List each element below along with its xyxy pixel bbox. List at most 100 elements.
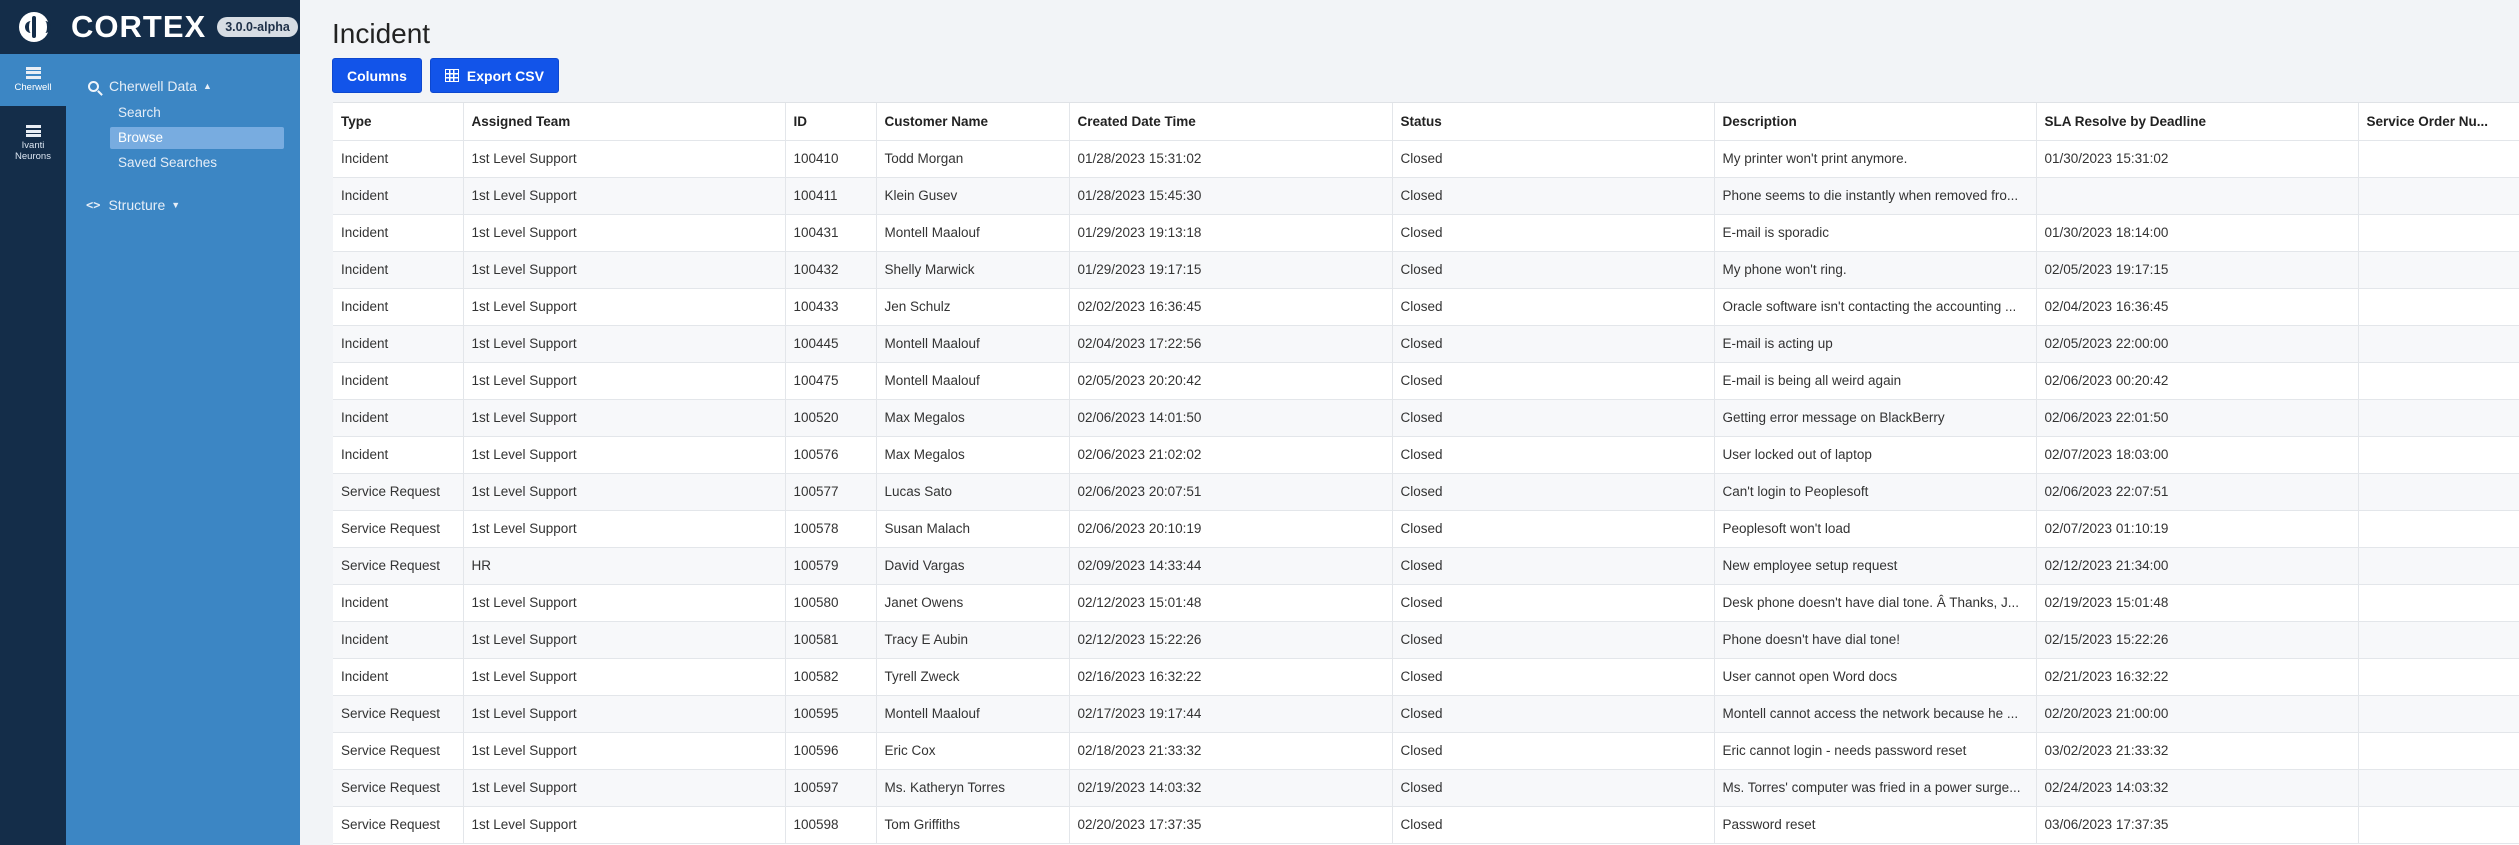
table-cell: Klein Gusev — [876, 177, 1070, 215]
sidebar-link-saved-searches[interactable]: Saved Searches — [110, 152, 284, 174]
table-row[interactable]: Service Request 1st Level Support 100595 Mo… — [333, 695, 2519, 733]
table-row[interactable]: Incident 1st Level Support 100410 Todd Morg… — [333, 140, 2519, 178]
table-cell: 01/30/2023 18:14:00 — [2036, 214, 2359, 252]
table-row[interactable]: Incident 1st Level Support 100582 Tyrell Zw… — [333, 658, 2519, 696]
table-cell: 1st Level Support — [463, 769, 786, 807]
table-row[interactable]: Service Request 1st Level Support 100577 Lu… — [333, 473, 2519, 511]
table-cell: 100595 — [785, 695, 877, 733]
table-cell: 02/19/2023 15:01:48 — [2036, 584, 2359, 622]
table-cell: Tyrell Zweck — [876, 658, 1070, 696]
table-cell: Eric cannot login - needs password reset — [1714, 732, 2037, 770]
columns-button[interactable]: Columns — [332, 58, 422, 93]
table-cell: E-mail is being all weird again — [1714, 362, 2037, 400]
table-cell: 100411 — [785, 177, 877, 215]
sidebar: Cherwell Data ▲ Search Browse Saved Sear… — [66, 54, 300, 845]
table-cell: 1st Level Support — [463, 214, 786, 252]
table-cell: 02/06/2023 14:01:50 — [1069, 399, 1393, 437]
column-header[interactable]: Type — [333, 103, 464, 141]
column-header[interactable]: Customer Name — [876, 103, 1070, 141]
table-cell: 01/30/2023 15:31:02 — [2036, 140, 2359, 178]
table-cell: 01/28/2023 15:31:02 — [1069, 140, 1393, 178]
table-row[interactable]: Service Request 1st Level Support 100596 Er… — [333, 732, 2519, 770]
table-cell: My phone won't ring. — [1714, 251, 2037, 289]
table-cell: E-mail is sporadic — [1714, 214, 2037, 252]
table-cell: Tom Griffiths — [876, 806, 1070, 844]
rail-item-ivanti-neurons[interactable]: Ivanti Neurons — [0, 112, 66, 176]
table-cell: 03/02/2023 21:33:32 — [2036, 732, 2359, 770]
table-row[interactable]: Incident 1st Level Support 100581 Tracy E A… — [333, 621, 2519, 659]
column-header[interactable]: Service Order Nu... — [2358, 103, 2519, 141]
table-cell: Todd Morgan — [876, 140, 1070, 178]
code-icon: <> — [86, 198, 101, 212]
column-header[interactable]: ID — [785, 103, 877, 141]
sidebar-section-structure[interactable]: <> Structure ▼ — [66, 195, 300, 215]
column-header[interactable]: Status — [1392, 103, 1715, 141]
table-cell: 02/21/2023 16:32:22 — [2036, 658, 2359, 696]
table-cell: Closed — [1392, 806, 1715, 844]
column-header[interactable]: Assigned Team — [463, 103, 786, 141]
table-cell: Incident — [333, 436, 464, 474]
sidebar-link-search[interactable]: Search — [110, 102, 284, 124]
table-cell — [2358, 436, 2519, 474]
table-cell: Janet Owens — [876, 584, 1070, 622]
table-row[interactable]: Service Request 1st Level Support 100598 To… — [333, 806, 2519, 844]
table-cell: Incident — [333, 325, 464, 363]
table-cell: 100520 — [785, 399, 877, 437]
table-cell: 1st Level Support — [463, 325, 786, 363]
toolbar: Columns Export CSV — [332, 58, 559, 93]
column-header[interactable]: Description — [1714, 103, 2037, 141]
table-row[interactable]: Service Request HR 100579 David Vargas 02/09… — [333, 547, 2519, 585]
rail-item-cherwell[interactable]: Cherwell — [0, 54, 66, 106]
table-cell — [2358, 547, 2519, 585]
table-cell: 01/29/2023 19:13:18 — [1069, 214, 1393, 252]
table-row[interactable]: Incident 1st Level Support 100445 Montell M… — [333, 325, 2519, 363]
sidebar-section-cherwell-data[interactable]: Cherwell Data ▲ — [66, 76, 300, 96]
table-row[interactable]: Incident 1st Level Support 100433 Jen Schul… — [333, 288, 2519, 326]
table-cell — [2358, 140, 2519, 178]
table-cell: Max Megalos — [876, 436, 1070, 474]
column-header[interactable]: Created Date Time — [1069, 103, 1393, 141]
table-row[interactable]: Incident 1st Level Support 100580 Janet Owe… — [333, 584, 2519, 622]
table-cell — [2358, 806, 2519, 844]
table-row[interactable]: Service Request 1st Level Support 100578 Su… — [333, 510, 2519, 548]
caret-up-icon: ▲ — [202, 81, 212, 91]
table-cell: Ms. Katheryn Torres — [876, 769, 1070, 807]
table-cell: 1st Level Support — [463, 362, 786, 400]
table-cell: 1st Level Support — [463, 436, 786, 474]
table-cell: 1st Level Support — [463, 510, 786, 548]
table-cell: 100410 — [785, 140, 877, 178]
sidebar-section-label: Cherwell Data — [109, 78, 197, 94]
table-cell: Montell Maalouf — [876, 214, 1070, 252]
table-cell: 100577 — [785, 473, 877, 511]
table-row[interactable]: Service Request 1st Level Support 100597 Ms… — [333, 769, 2519, 807]
table-row[interactable]: Incident 1st Level Support 100431 Montell M… — [333, 214, 2519, 252]
table-cell: Phone seems to die instantly when remove… — [1714, 177, 2037, 215]
table-cell: Eric Cox — [876, 732, 1070, 770]
table-row[interactable]: Incident 1st Level Support 100411 Klein Gus… — [333, 177, 2519, 215]
table-cell: 02/06/2023 20:07:51 — [1069, 473, 1393, 511]
column-header[interactable]: SLA Resolve by Deadline — [2036, 103, 2359, 141]
table-cell: 02/12/2023 15:22:26 — [1069, 621, 1393, 659]
table-cell: Incident — [333, 214, 464, 252]
table-row[interactable]: Incident 1st Level Support 100432 Shelly Ma… — [333, 251, 2519, 289]
sidebar-link-browse[interactable]: Browse — [110, 127, 284, 149]
table-cell: Closed — [1392, 362, 1715, 400]
table-cell: Incident — [333, 288, 464, 326]
table-row[interactable]: Incident 1st Level Support 100576 Max Megal… — [333, 436, 2519, 474]
table-cell: 02/02/2023 16:36:45 — [1069, 288, 1393, 326]
table-cell: Desk phone doesn't have dial tone. Â Tha… — [1714, 584, 2037, 622]
results-table-container[interactable]: Type Assigned Team ID Customer Name Created … — [333, 102, 2519, 845]
table-cell: Susan Malach — [876, 510, 1070, 548]
table-cell: 02/04/2023 17:22:56 — [1069, 325, 1393, 363]
table-cell: Peoplesoft won't load — [1714, 510, 2037, 548]
table-row[interactable]: Incident 1st Level Support 100520 Max Megal… — [333, 399, 2519, 437]
table-cell: Closed — [1392, 177, 1715, 215]
table-cell: Closed — [1392, 473, 1715, 511]
database-icon — [25, 125, 41, 138]
table-cell: 03/06/2023 17:37:35 — [2036, 806, 2359, 844]
table-row[interactable]: Incident 1st Level Support 100475 Montell M… — [333, 362, 2519, 400]
table-cell: 02/06/2023 00:20:42 — [2036, 362, 2359, 400]
export-csv-button[interactable]: Export CSV — [429, 58, 559, 93]
table-cell: 02/20/2023 21:00:00 — [2036, 695, 2359, 733]
table-cell: HR — [463, 547, 786, 585]
